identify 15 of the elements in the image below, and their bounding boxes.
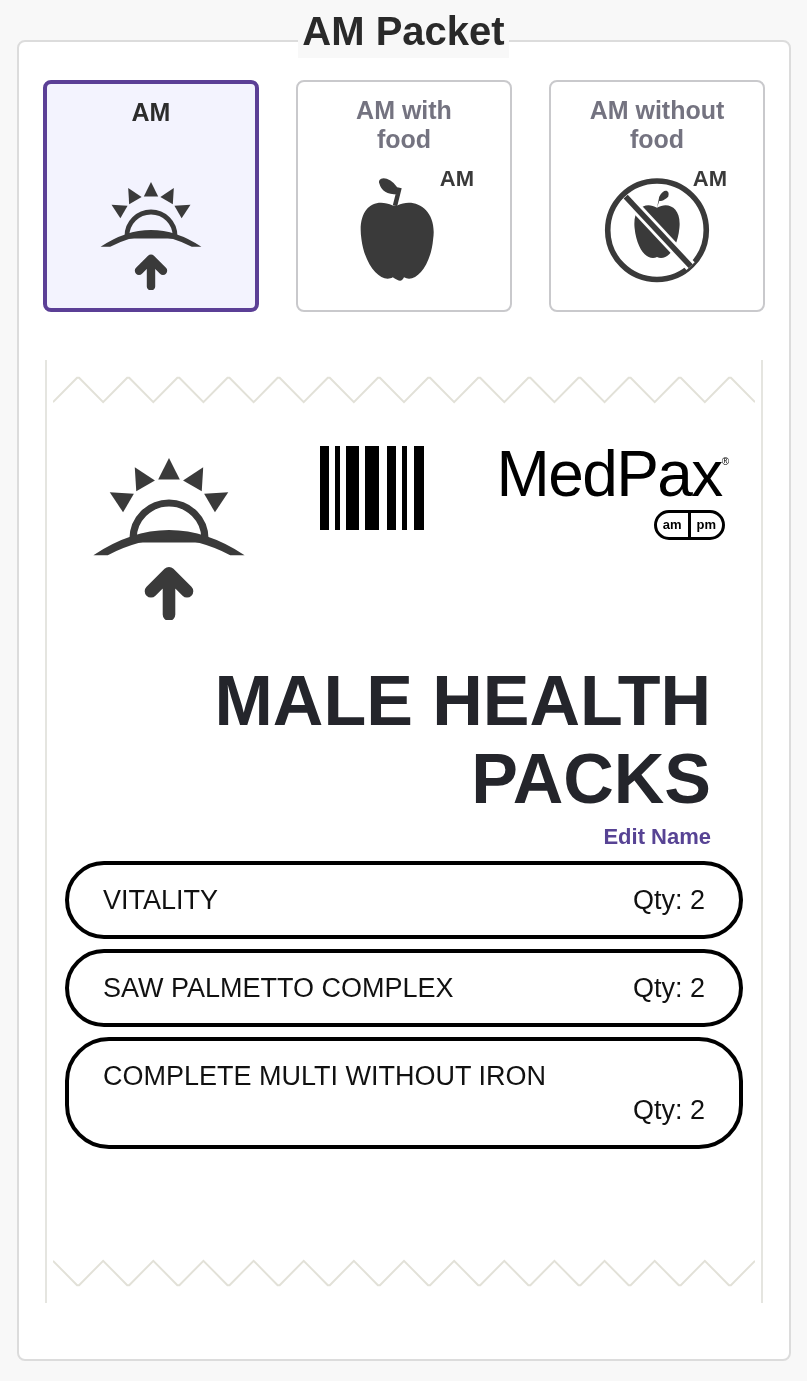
edit-name-link[interactable]: Edit Name (603, 820, 711, 853)
item-name: COMPLETE MULTI WITHOUT IRON (103, 1060, 546, 1093)
item-name: SAW PALMETTO COMPLEX (103, 972, 454, 1005)
packet-name: MALE HEALTH PACKS (213, 662, 711, 818)
registered-mark: ® (721, 456, 729, 467)
item-qty: Qty: 2 (631, 1094, 705, 1127)
item-qty: Qty: 2 (631, 972, 705, 1005)
item-name: VITALITY (103, 884, 219, 917)
item-qty: Qty: 2 (631, 884, 705, 917)
packet-tab[interactable]: AM with food AM (296, 80, 512, 312)
logo-text: MedPax (496, 442, 722, 506)
packet-tab[interactable]: AM (43, 80, 259, 312)
pill-label: pm (687, 513, 722, 537)
pill-label: am (661, 516, 683, 534)
packet-tab[interactable]: AM without food AM (549, 80, 765, 312)
